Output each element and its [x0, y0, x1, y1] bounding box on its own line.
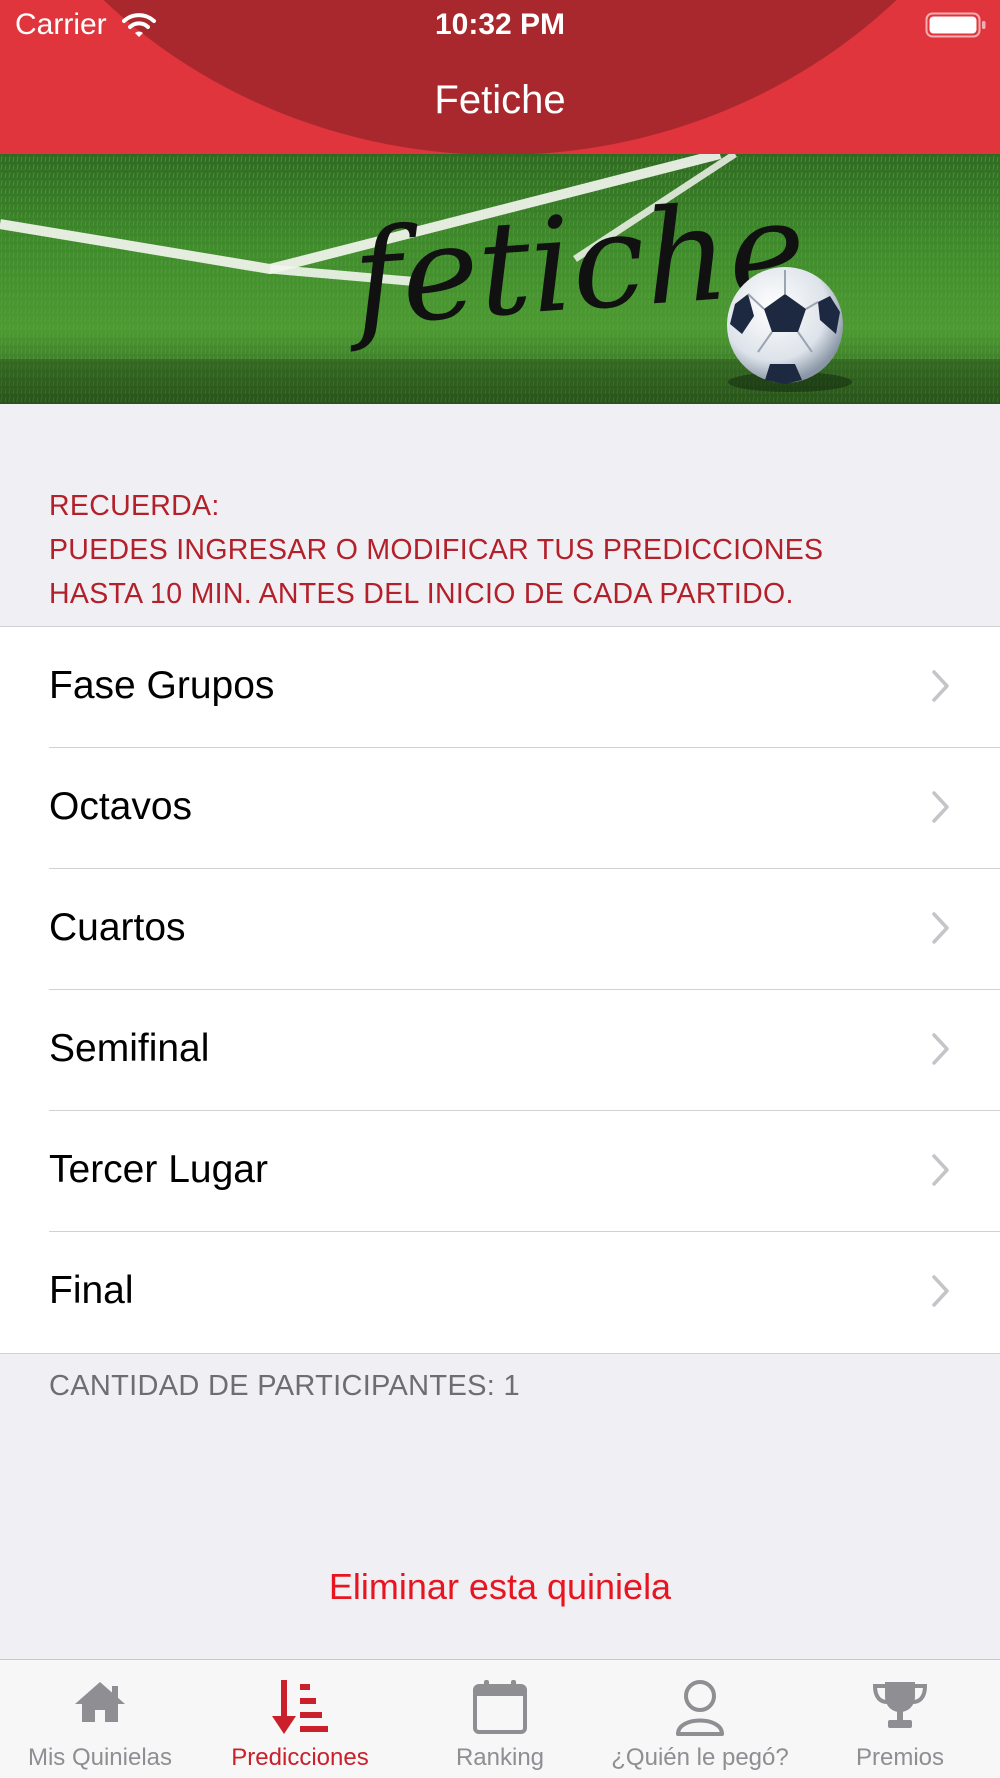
tab-premios[interactable]: Premios	[800, 1660, 1000, 1778]
sort-predictions-icon	[270, 1678, 330, 1741]
reminder-notice: RECUERDA: PUEDES INGRESAR O MODIFICAR TU…	[49, 484, 979, 616]
tab-label: Mis Quinielas	[27, 1744, 173, 1771]
delete-quiniela-button[interactable]: Eliminar esta quiniela	[0, 1566, 1000, 1608]
chevron-right-icon	[931, 911, 951, 950]
page-title: Fetiche	[434, 78, 566, 122]
quiniela-banner: fetiche	[0, 154, 1000, 404]
list-item-semifinal[interactable]: Semifinal	[0, 990, 1000, 1111]
reminder-text-line: HASTA 10 MIN. ANTES DEL INICIO DE CADA P…	[49, 578, 794, 610]
participants-count: CANTIDAD DE PARTICIPANTES: 1	[49, 1370, 520, 1402]
list-item-label: Cuartos	[49, 906, 186, 949]
reminder-heading: RECUERDA:	[49, 490, 220, 522]
tab-label: ¿Quién le pegó?	[611, 1744, 789, 1771]
tab-quien-le-pego[interactable]: ¿Quién le pegó?	[600, 1660, 800, 1778]
trophy-icon	[871, 1678, 929, 1735]
list-item-tercer-lugar[interactable]: Tercer Lugar	[0, 1111, 1000, 1232]
chevron-right-icon	[931, 1153, 951, 1192]
list-item-fase-grupos[interactable]: Fase Grupos	[0, 627, 1000, 748]
tab-bar: Mis Quinielas Predicciones Ranking ¿Quié…	[0, 1659, 1000, 1778]
list-item-octavos[interactable]: Octavos	[0, 748, 1000, 869]
tab-label: Predicciones	[231, 1744, 369, 1771]
navigation-header: Carrier 10:32 PM Fetiche	[0, 0, 1000, 154]
status-bar: Carrier 10:32 PM	[0, 0, 1000, 50]
list-item-label: Semifinal	[49, 1027, 210, 1070]
chevron-right-icon	[931, 790, 951, 829]
calendar-icon	[472, 1678, 528, 1741]
chevron-right-icon	[931, 1274, 951, 1313]
clock: 10:32 PM	[434, 8, 566, 41]
list-item-cuartos[interactable]: Cuartos	[0, 869, 1000, 990]
list-item-final[interactable]: Final	[0, 1232, 1000, 1353]
person-icon	[674, 1678, 726, 1741]
stages-list: Fase Grupos Octavos Cuartos Semifinal Te…	[0, 626, 1000, 1354]
list-item-label: Tercer Lugar	[49, 1148, 268, 1191]
reminder-text-line: PUEDES INGRESAR O MODIFICAR TUS PREDICCI…	[49, 534, 824, 566]
chevron-right-icon	[931, 669, 951, 708]
tab-predicciones[interactable]: Predicciones	[200, 1660, 400, 1778]
list-item-label: Octavos	[49, 785, 193, 828]
battery-icon	[925, 12, 987, 43]
home-icon	[72, 1678, 128, 1731]
tab-label: Premios	[855, 1744, 945, 1771]
list-item-label: Fase Grupos	[49, 664, 275, 707]
tab-label: Ranking	[455, 1744, 545, 1771]
tab-mis-quinielas[interactable]: Mis Quinielas	[0, 1660, 200, 1778]
soccer-field-illustration: fetiche	[0, 154, 1000, 404]
chevron-right-icon	[931, 1032, 951, 1071]
list-item-label: Final	[49, 1269, 134, 1312]
tab-ranking[interactable]: Ranking	[400, 1660, 600, 1778]
